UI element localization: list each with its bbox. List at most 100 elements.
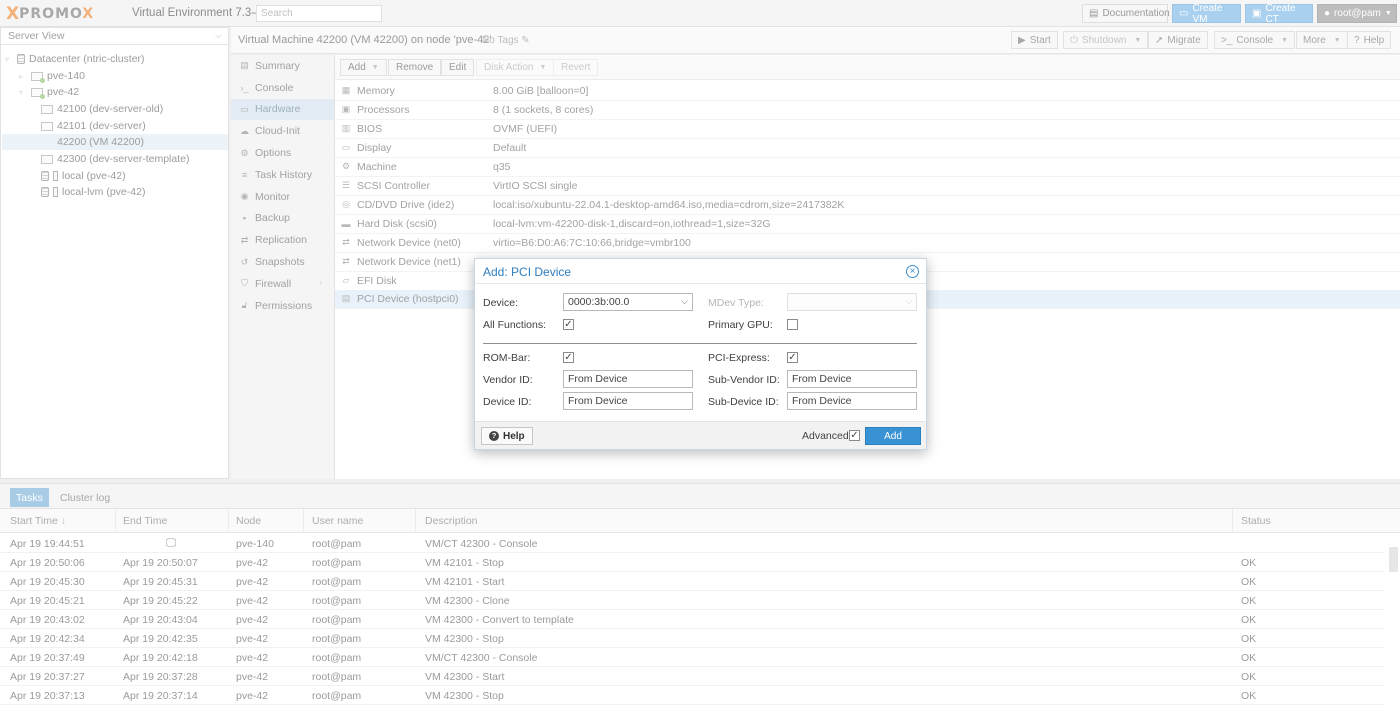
more-button[interactable]: More ▼ bbox=[1296, 31, 1348, 49]
nav-snapshots[interactable]: ↺ Snapshots bbox=[231, 251, 334, 273]
tree-item-datacenter[interactable]: ▿ Datacenter (ntric-cluster) bbox=[5, 51, 145, 67]
tags-editor[interactable]: No Tags ✎ bbox=[482, 35, 530, 46]
question-icon: ? bbox=[489, 431, 499, 441]
disk-action-button[interactable]: Disk Action ▼ bbox=[476, 59, 555, 76]
table-row[interactable]: Apr 19 19:44:51 🖵 pve-140 root@pam VM/CT… bbox=[0, 534, 1385, 553]
table-row[interactable]: Apr 19 20:45:30 Apr 19 20:45:31 pve-42 r… bbox=[0, 572, 1385, 591]
table-row[interactable]: Apr 19 20:37:49 Apr 19 20:42:18 pve-42 r… bbox=[0, 648, 1385, 667]
hw-row-scsi-controller[interactable]: ☰ SCSI Controller VirtIO SCSI single bbox=[335, 177, 1400, 196]
column-status[interactable]: Status bbox=[1231, 509, 1400, 533]
pci-express-checkbox[interactable]: ✓ bbox=[787, 352, 798, 363]
user-menu-button[interactable]: ● root@pam ▼ bbox=[1317, 4, 1397, 23]
sub-device-id-field[interactable]: From Device bbox=[787, 392, 917, 410]
nav-monitor[interactable]: ◉ Monitor bbox=[231, 186, 334, 208]
start-button[interactable]: ▶ Start bbox=[1011, 31, 1058, 49]
hw-row-net0[interactable]: ⇄ Network Device (net0) virtio=B6:D0:A6:7C… bbox=[335, 234, 1400, 253]
revert-button[interactable]: Revert bbox=[553, 59, 599, 76]
dialog-header[interactable]: Add: PCI Device × bbox=[475, 259, 926, 284]
device-select[interactable]: 0000:3b:00.0 ⌵ bbox=[563, 293, 693, 311]
create-ct-button[interactable]: ▣ Create CT bbox=[1245, 3, 1313, 25]
column-description[interactable]: Description bbox=[415, 509, 1233, 533]
hw-row-processors[interactable]: ▣ Processors 8 (1 sockets, 8 cores) bbox=[335, 101, 1400, 120]
hw-row-bios[interactable]: ▥ BIOS OVMF (UEFI) bbox=[335, 120, 1400, 139]
tree-item-storage-local[interactable]: local (pve-42) bbox=[41, 168, 126, 184]
cell-end: Apr 19 20:37:14 bbox=[123, 690, 198, 702]
rom-bar-checkbox[interactable]: ✓ bbox=[563, 352, 574, 363]
hw-name: Display bbox=[357, 141, 392, 154]
advanced-checkbox[interactable]: ✓ bbox=[849, 430, 860, 441]
table-row[interactable]: Apr 19 20:37:27 Apr 19 20:37:28 pve-42 r… bbox=[0, 667, 1385, 686]
tree-item-storage-local-lvm[interactable]: local-lvm (pve-42) bbox=[41, 184, 145, 200]
nav-replication[interactable]: ⇄ Replication bbox=[231, 229, 334, 251]
column-node[interactable]: Node bbox=[226, 509, 304, 533]
hw-value: 8 (1 sockets, 8 cores) bbox=[493, 103, 594, 116]
nav-label: Options bbox=[255, 147, 292, 160]
tree-item-vm-42200[interactable]: 42200 (VM 42200) bbox=[2, 134, 228, 150]
shutdown-button[interactable]: ⏻ Shutdown ▼ bbox=[1063, 31, 1149, 49]
table-row[interactable]: Apr 19 20:42:34 Apr 19 20:42:35 pve-42 r… bbox=[0, 629, 1385, 648]
nav-permissions[interactable]: 🔓︎ Permissions bbox=[231, 295, 334, 317]
documentation-button[interactable]: ▤ Documentation bbox=[1082, 4, 1170, 23]
column-start-time[interactable]: Start Time ↓ bbox=[0, 509, 116, 533]
column-end-time[interactable]: End Time bbox=[113, 509, 229, 533]
tasks-scrollbar[interactable] bbox=[1389, 547, 1398, 572]
storage-icon bbox=[41, 171, 49, 181]
view-selector[interactable]: Server View ⌵ bbox=[1, 28, 228, 45]
migrate-button[interactable]: ➚ Migrate bbox=[1148, 31, 1208, 49]
nav-console[interactable]: ›_ Console bbox=[231, 77, 334, 99]
nav-backup[interactable]: ▪ Backup bbox=[231, 208, 334, 230]
search-input[interactable]: Search bbox=[256, 5, 382, 22]
primary-gpu-checkbox[interactable] bbox=[787, 319, 798, 330]
exchange-icon: ⇄ bbox=[342, 237, 350, 248]
nav-options[interactable]: ⚙ Options bbox=[231, 142, 334, 164]
tab-cluster-log[interactable]: Cluster log bbox=[54, 488, 116, 507]
tree-item-pve-140[interactable]: ▹ pve-140 bbox=[19, 68, 85, 84]
collapse-icon[interactable]: ▿ bbox=[19, 88, 27, 97]
hw-row-display[interactable]: ▭ Display Default bbox=[335, 139, 1400, 158]
dialog-help-button[interactable]: ? Help bbox=[481, 427, 533, 445]
nav-firewall[interactable]: ⛉ Firewall › bbox=[231, 273, 334, 295]
nav-hardware[interactable]: ▭ Hardware bbox=[231, 98, 334, 121]
hw-value: q35 bbox=[493, 160, 511, 173]
table-row[interactable]: Apr 19 20:45:21 Apr 19 20:45:22 pve-42 r… bbox=[0, 591, 1385, 610]
create-vm-button[interactable]: ▭ Create VM bbox=[1172, 3, 1241, 25]
mdev-type-select[interactable]: ⌵ bbox=[787, 293, 917, 311]
nav-task-history[interactable]: ≡ Task History bbox=[231, 164, 334, 186]
all-functions-checkbox[interactable]: ✓ bbox=[563, 319, 574, 330]
collapse-icon[interactable]: ▿ bbox=[5, 55, 13, 64]
hw-row-cdrom[interactable]: ◎ CD/DVD Drive (ide2) local:iso/xubuntu-22… bbox=[335, 196, 1400, 215]
tree-item-vm-42101[interactable]: 42101 (dev-server) bbox=[41, 118, 146, 134]
column-user[interactable]: User name bbox=[302, 509, 416, 533]
help-button[interactable]: ? Help bbox=[1347, 31, 1392, 49]
proxmox-logo[interactable]: X PROMOX bbox=[6, 4, 94, 24]
hdd-icon: ▱ bbox=[342, 275, 350, 286]
nav-summary[interactable]: ▤ Summary bbox=[231, 55, 334, 77]
hw-row-memory[interactable]: ▦ Memory 8.00 GiB [balloon=0] bbox=[335, 82, 1400, 101]
remove-button[interactable]: Remove bbox=[388, 59, 442, 76]
pencil-icon[interactable]: ✎ bbox=[521, 35, 529, 46]
table-row[interactable]: Apr 19 20:43:02 Apr 19 20:43:04 pve-42 r… bbox=[0, 610, 1385, 629]
dialog-add-button[interactable]: Add bbox=[865, 427, 921, 445]
edit-button[interactable]: Edit bbox=[441, 59, 475, 76]
close-icon[interactable]: × bbox=[906, 265, 919, 278]
hw-row-hard-disk[interactable]: ▬ Hard Disk (scsi0) local-lvm:vm-42200-dis… bbox=[335, 215, 1400, 234]
nav-cloud-init[interactable]: ☁ Cloud-Init bbox=[231, 120, 334, 142]
book-icon: ▤ bbox=[240, 60, 249, 71]
chevron-right-icon[interactable]: › bbox=[319, 278, 322, 287]
device-id-field[interactable]: From Device bbox=[563, 392, 693, 410]
expand-icon[interactable]: ▹ bbox=[19, 72, 27, 81]
add-hardware-button[interactable]: Add ▼ bbox=[340, 59, 387, 76]
hw-value: 8.00 GiB [balloon=0] bbox=[493, 84, 589, 97]
tree-item-template-42300[interactable]: 42300 (dev-server-template) bbox=[41, 151, 189, 167]
sub-vendor-id-field[interactable]: From Device bbox=[787, 370, 917, 388]
cloud-icon: ☁ bbox=[240, 125, 249, 136]
vendor-id-field[interactable]: From Device bbox=[563, 370, 693, 388]
console-button[interactable]: >_ Console ▼ bbox=[1214, 31, 1296, 49]
table-row[interactable]: Apr 19 20:50:06 Apr 19 20:50:07 pve-42 r… bbox=[0, 553, 1385, 572]
tree-item-label: 42200 (VM 42200) bbox=[57, 136, 144, 148]
hw-row-machine[interactable]: ⚙ Machine q35 bbox=[335, 158, 1400, 177]
tab-tasks[interactable]: Tasks bbox=[10, 488, 49, 507]
table-row[interactable]: Apr 19 20:37:13 Apr 19 20:37:14 pve-42 r… bbox=[0, 686, 1385, 705]
tree-item-vm-42100[interactable]: 42100 (dev-server-old) bbox=[41, 101, 163, 117]
tree-item-pve-42[interactable]: ▿ pve-42 bbox=[19, 84, 79, 100]
